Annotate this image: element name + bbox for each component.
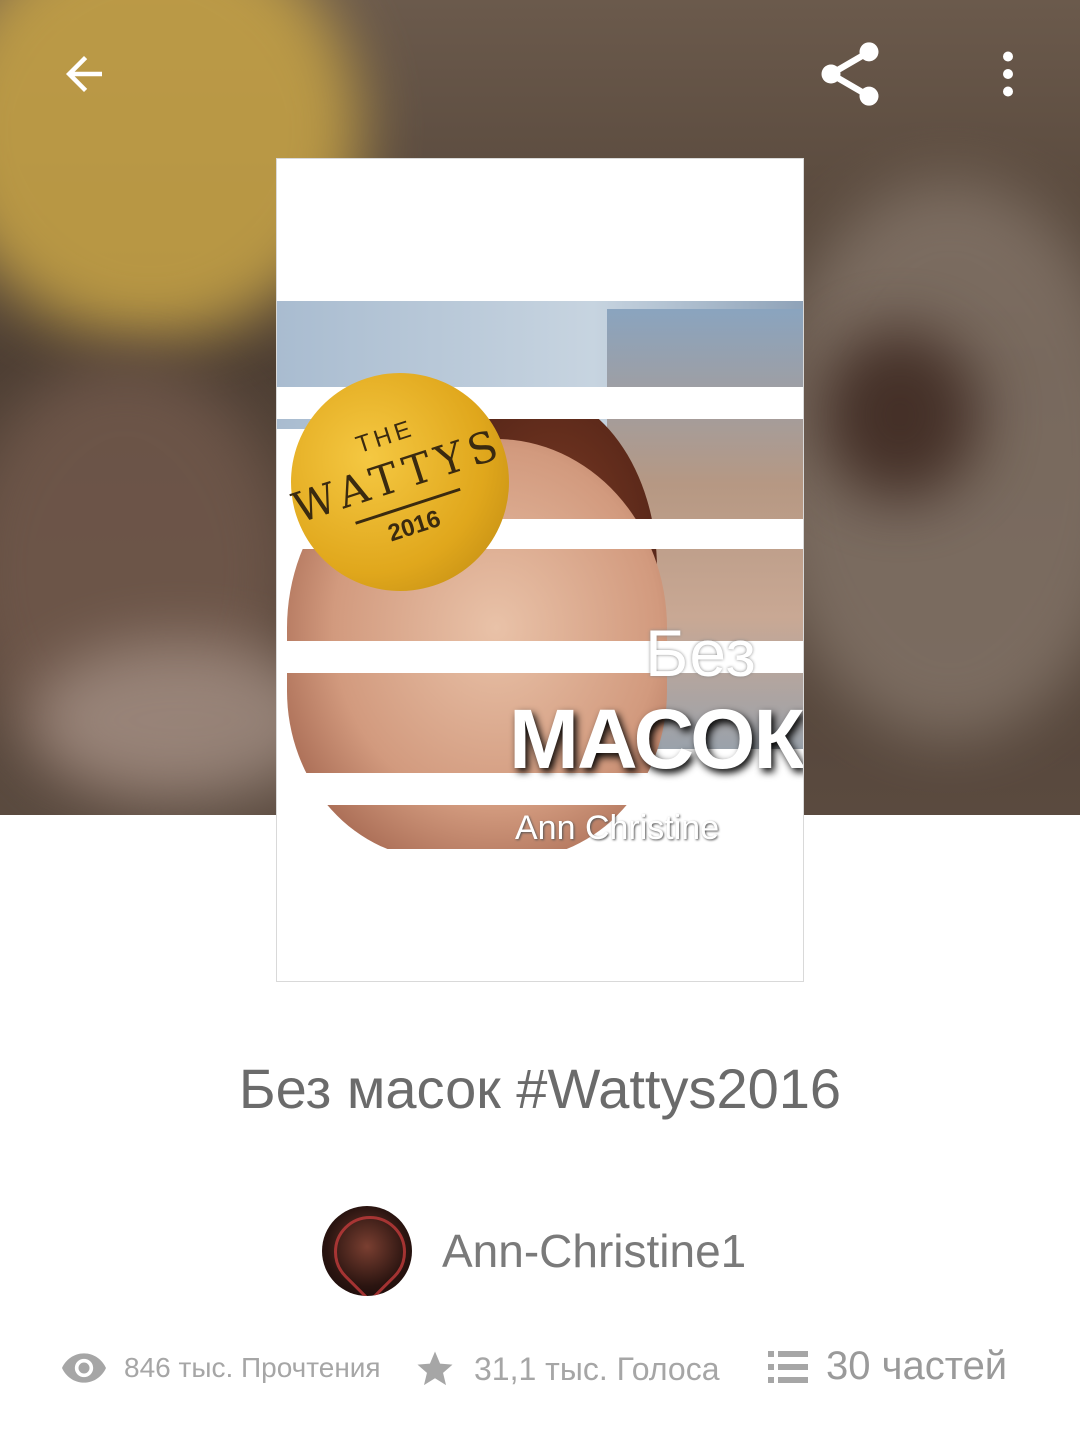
- back-button[interactable]: [44, 34, 124, 114]
- cover-title-line2: МАСОК: [509, 692, 803, 786]
- story-stats: 846 тыс. Прочтения 31,1 тыс. Голоса 30 ч…: [0, 1330, 1080, 1430]
- cover-author: Ann Christine: [515, 809, 720, 847]
- more-options-button[interactable]: [968, 34, 1048, 114]
- votes-stat: 31,1 тыс. Голоса: [414, 1348, 720, 1390]
- reads-label: 846 тыс. Прочтения: [124, 1352, 381, 1383]
- author-link[interactable]: Ann-Christine1: [322, 1206, 746, 1296]
- cover-title-line1: Без: [645, 616, 757, 690]
- more-vertical-icon: [1003, 51, 1013, 97]
- share-button[interactable]: [810, 34, 890, 114]
- author-name: Ann-Christine1: [442, 1225, 747, 1277]
- book-cover[interactable]: THE WATTYS 2016 Без МАСОК Ann Christine: [276, 158, 804, 982]
- reads-stat: 846 тыс. Прочтения: [62, 1352, 381, 1384]
- list-icon: [768, 1349, 808, 1385]
- eye-icon: [62, 1353, 106, 1383]
- star-icon: [414, 1348, 456, 1390]
- story-title: Без масок #Wattys2016: [238, 1057, 842, 1120]
- avatar: [322, 1206, 412, 1296]
- parts-button[interactable]: 30 частей: [768, 1344, 1007, 1389]
- votes-label: 31,1 тыс. Голоса: [474, 1350, 720, 1387]
- parts-label: 30 частей: [826, 1344, 1008, 1388]
- arrow-left-icon: [66, 56, 102, 92]
- share-icon: [821, 42, 879, 106]
